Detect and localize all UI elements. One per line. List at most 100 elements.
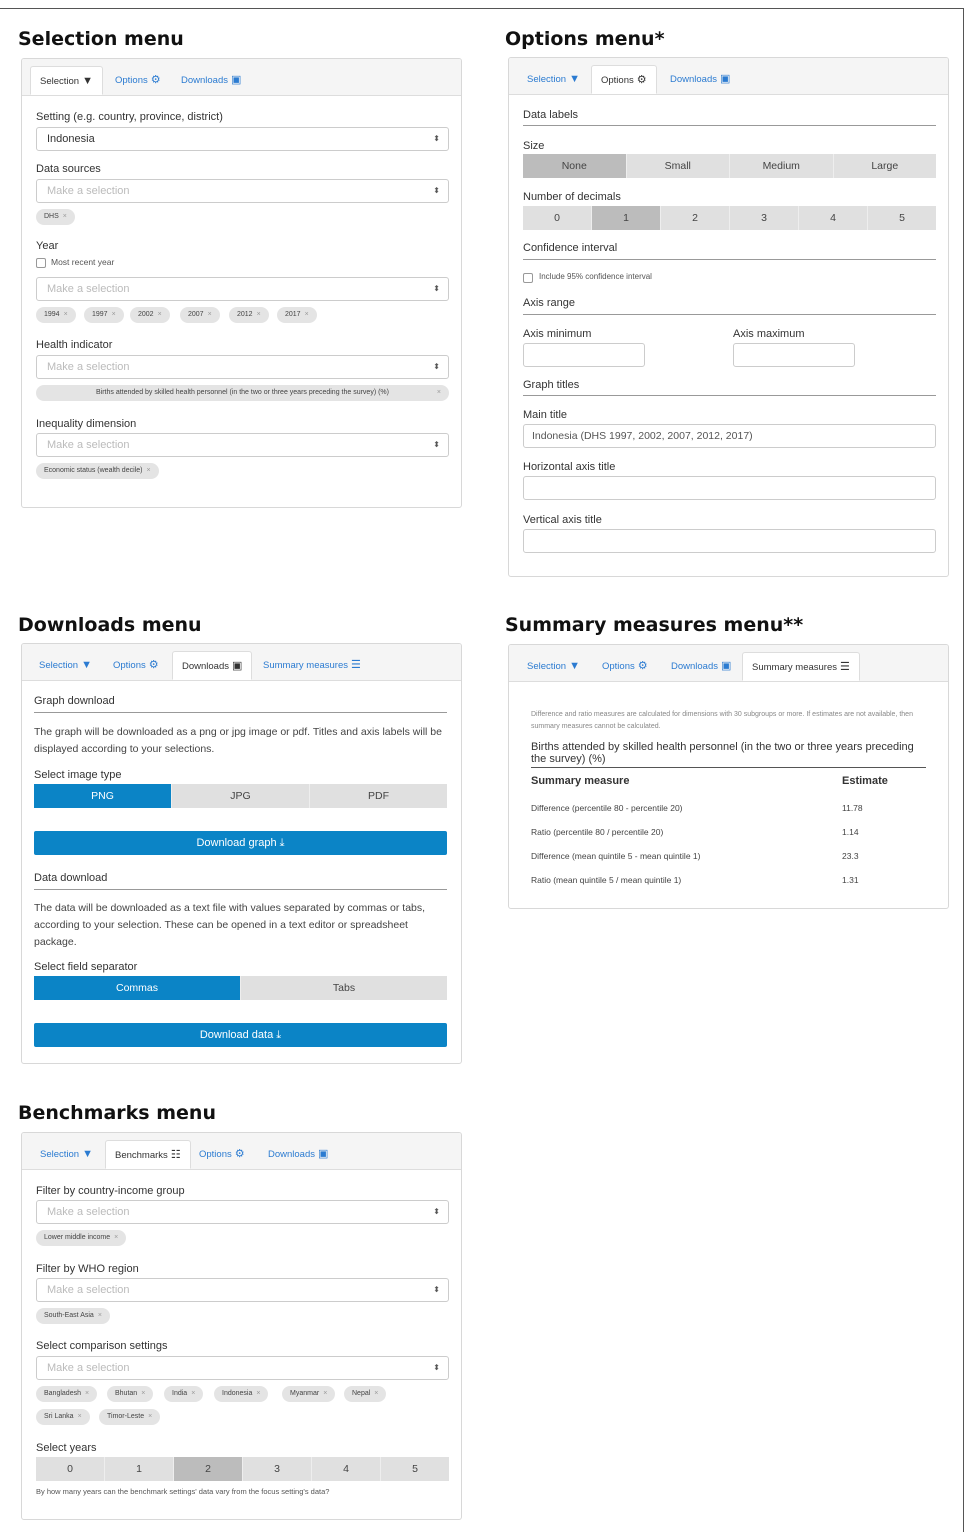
inequality-chip[interactable]: Economic status (wealth decile) × (36, 463, 159, 479)
tab-downloads[interactable]: Downloads ▣ (172, 651, 253, 680)
income-filter-select[interactable]: Make a selection ⬍ (36, 1200, 449, 1224)
data-sources-select[interactable]: Make a selection ⬍ (36, 179, 449, 203)
years-option-1[interactable]: 1 (105, 1457, 174, 1481)
year-chip[interactable]: 2012 × (229, 307, 269, 323)
v-axis-title-input[interactable] (523, 529, 936, 553)
tab-bar: Selection ▼ Options ⚙ Downloads ▣ (22, 59, 461, 96)
region-filter-select[interactable]: Make a selection ⬍ (36, 1278, 449, 1302)
comparison-chip[interactable]: Indonesia × (214, 1386, 269, 1402)
years-option-3[interactable]: 3 (243, 1457, 312, 1481)
remove-icon[interactable]: × (191, 1390, 195, 1397)
remove-icon[interactable]: × (141, 1390, 145, 1397)
tab-selection[interactable]: Selection ▼ (518, 65, 589, 94)
tab-options[interactable]: Options ⚙ (190, 1140, 254, 1169)
years-segmented-control: 0 1 2 3 4 5 (36, 1457, 449, 1481)
health-indicator-chip[interactable]: Births attended by skilled health person… (36, 385, 449, 401)
region-chip[interactable]: South-East Asia × (36, 1308, 110, 1324)
remove-icon[interactable]: × (112, 311, 116, 318)
year-chip[interactable]: 1997 × (84, 307, 124, 323)
divider (531, 767, 926, 768)
tab-benchmarks[interactable]: Benchmarks ☷ (105, 1140, 191, 1169)
tab-summary-measures[interactable]: Summary measures ☰ (742, 652, 860, 681)
image-type-jpg[interactable]: JPG (172, 784, 310, 808)
remove-icon[interactable]: × (85, 1390, 89, 1397)
remove-icon[interactable]: × (208, 311, 212, 318)
remove-icon[interactable]: × (146, 467, 150, 474)
most-recent-checkbox[interactable] (36, 258, 46, 268)
axis-max-input[interactable] (733, 343, 855, 367)
size-option-medium[interactable]: Medium (730, 154, 834, 178)
remove-icon[interactable]: × (98, 1312, 102, 1319)
tab-selection[interactable]: Selection ▼ (518, 652, 589, 681)
remove-icon[interactable]: × (114, 1234, 118, 1241)
remove-icon[interactable]: × (256, 1390, 260, 1397)
health-indicator-select[interactable]: Make a selection ⬍ (36, 355, 449, 379)
ci-checkbox[interactable] (523, 273, 533, 283)
download-graph-button[interactable]: Download graph ⤓ (34, 831, 447, 855)
tab-downloads[interactable]: Downloads ▣ (172, 66, 250, 95)
year-select[interactable]: Make a selection ⬍ (36, 277, 449, 301)
tab-selection[interactable]: Selection ▼ (30, 66, 103, 95)
comparison-chip[interactable]: Bangladesh × (36, 1386, 98, 1402)
remove-icon[interactable]: × (78, 1413, 82, 1420)
tab-downloads[interactable]: Downloads ▣ (661, 65, 739, 94)
remove-icon[interactable]: × (148, 1413, 152, 1420)
comparison-chip[interactable]: Sri Lanka × (36, 1409, 90, 1425)
year-chip[interactable]: 1994 × (36, 307, 76, 323)
size-option-large[interactable]: Large (833, 154, 936, 178)
tab-options[interactable]: Options ⚙ (591, 65, 657, 94)
decimal-option-1[interactable]: 1 (592, 206, 661, 230)
inequality-select[interactable]: Make a selection ⬍ (36, 433, 449, 457)
h-axis-title-input[interactable] (523, 476, 936, 500)
year-chip[interactable]: 2002 × (130, 307, 170, 323)
remove-icon[interactable]: × (437, 385, 441, 401)
comparison-chip[interactable]: Myanmar × (282, 1386, 336, 1402)
image-type-png[interactable]: PNG (34, 784, 172, 808)
years-option-4[interactable]: 4 (312, 1457, 381, 1481)
tab-summary-measures[interactable]: Summary measures ☰ (254, 651, 370, 680)
comparison-chip[interactable]: Bhutan × (107, 1386, 154, 1402)
year-chip[interactable]: 2007 × (180, 307, 220, 323)
size-option-small[interactable]: Small (626, 154, 730, 178)
comparison-select[interactable]: Make a selection ⬍ (36, 1356, 449, 1380)
remove-icon[interactable]: × (158, 311, 162, 318)
setting-select[interactable]: Indonesia ⬍ (36, 127, 449, 151)
separator-commas[interactable]: Commas (34, 976, 241, 1000)
axis-min-input[interactable] (523, 343, 645, 367)
tab-options[interactable]: Options ⚙ (106, 66, 170, 95)
remove-icon[interactable]: × (63, 213, 67, 220)
years-help-text: By how many years can the benchmark sett… (36, 1487, 330, 1496)
tab-options[interactable]: Options ⚙ (593, 652, 657, 681)
decimal-option-4[interactable]: 4 (799, 206, 868, 230)
download-data-button[interactable]: Download data ⤓ (34, 1023, 447, 1047)
image-type-pdf[interactable]: PDF (310, 784, 447, 808)
remove-icon[interactable]: × (323, 1390, 327, 1397)
comparison-chip[interactable]: Timor-Leste × (99, 1409, 161, 1425)
tab-downloads[interactable]: Downloads ▣ (259, 1140, 337, 1169)
year-chip[interactable]: 2017 × (277, 307, 317, 323)
remove-icon[interactable]: × (305, 311, 309, 318)
years-option-2[interactable]: 2 (174, 1457, 243, 1481)
tab-downloads[interactable]: Downloads ▣ (662, 652, 740, 681)
axis-range-heading: Axis range (523, 297, 575, 309)
years-option-0[interactable]: 0 (36, 1457, 105, 1481)
years-option-5[interactable]: 5 (381, 1457, 449, 1481)
income-chip[interactable]: Lower middle income × (36, 1230, 127, 1246)
separator-label: Select field separator (34, 961, 138, 973)
tab-options[interactable]: Options ⚙ (104, 651, 168, 680)
data-source-chip[interactable]: DHS × (36, 209, 75, 225)
decimal-option-2[interactable]: 2 (661, 206, 730, 230)
separator-tabs[interactable]: Tabs (241, 976, 447, 1000)
decimal-option-5[interactable]: 5 (868, 206, 936, 230)
main-title-input[interactable]: Indonesia (DHS 1997, 2002, 2007, 2012, 2… (523, 424, 936, 448)
comparison-chip[interactable]: India × (164, 1386, 204, 1402)
tab-selection[interactable]: Selection ▼ (31, 1140, 102, 1169)
comparison-chip[interactable]: Nepal × (344, 1386, 387, 1402)
remove-icon[interactable]: × (374, 1390, 378, 1397)
remove-icon[interactable]: × (64, 311, 68, 318)
decimal-option-3[interactable]: 3 (730, 206, 799, 230)
decimal-option-0[interactable]: 0 (523, 206, 592, 230)
remove-icon[interactable]: × (257, 311, 261, 318)
tab-selection[interactable]: Selection ▼ (30, 651, 101, 680)
size-option-none[interactable]: None (523, 154, 627, 178)
